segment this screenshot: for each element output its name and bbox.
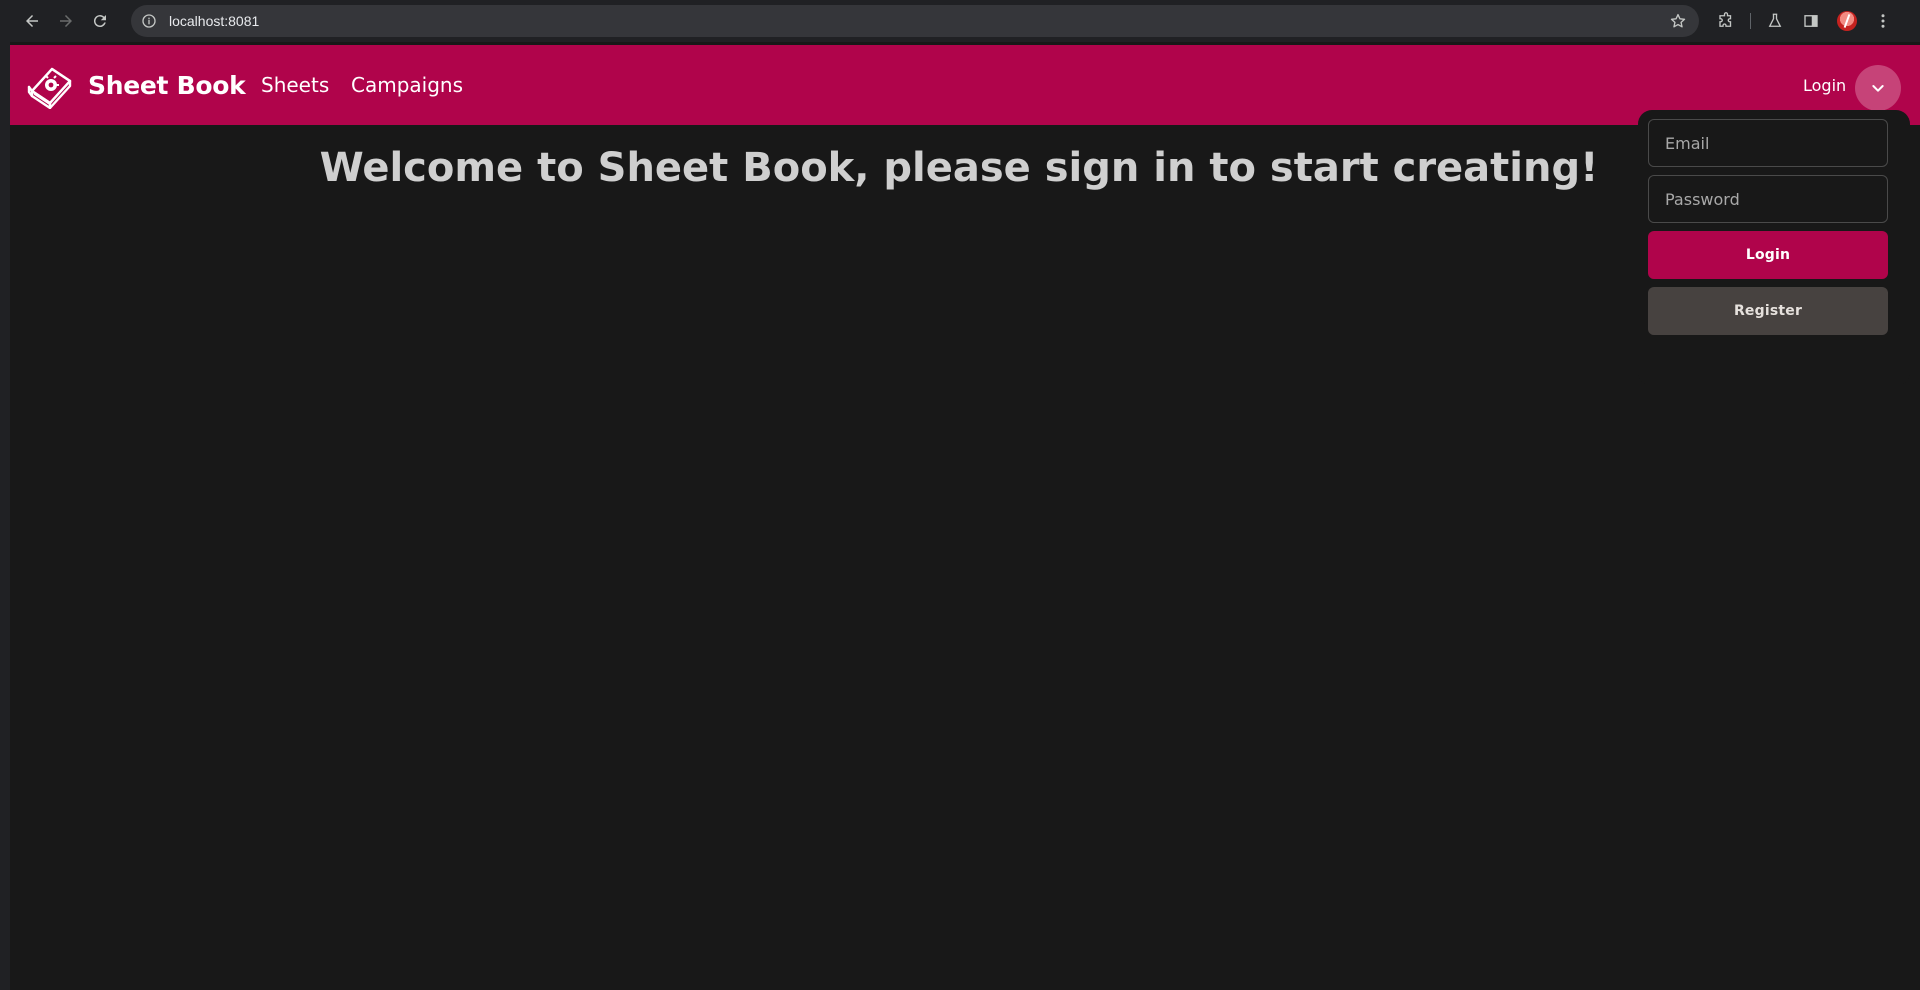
login-dropdown: Login Register <box>1638 110 1910 386</box>
welcome-heading: Welcome to Sheet Book, please sign in to… <box>319 145 1599 191</box>
address-bar[interactable]: localhost:8081 <box>131 5 1699 37</box>
info-icon[interactable] <box>141 13 157 29</box>
browser-toolbar: localhost:8081 <box>0 0 1920 42</box>
side-panel-button[interactable] <box>1797 7 1825 35</box>
labs-button[interactable] <box>1761 7 1789 35</box>
browser-actions <box>1712 7 1905 35</box>
back-button[interactable] <box>18 7 46 35</box>
nav-link-sheets[interactable]: Sheets <box>261 73 329 97</box>
reload-button[interactable] <box>86 7 114 35</box>
book-logo-icon <box>27 67 72 109</box>
url-text: localhost:8081 <box>169 13 260 29</box>
reload-icon <box>93 15 106 28</box>
app-bar: Sheet Book Sheets Campaigns Login <box>10 45 1920 125</box>
browser-menu-button[interactable] <box>1869 7 1897 35</box>
brand[interactable]: Sheet Book <box>26 61 246 109</box>
puzzle-icon <box>1719 12 1732 27</box>
chevron-down-icon <box>1872 85 1884 92</box>
nav-link-campaigns[interactable]: Campaigns <box>351 73 463 97</box>
arrow-left-icon <box>26 15 38 27</box>
flask-icon <box>1768 13 1782 27</box>
page-viewport: Sheet Book Sheets Campaigns Login Welcom… <box>10 42 1920 990</box>
arrow-right-icon <box>60 15 72 27</box>
toolbar-divider <box>1750 13 1751 29</box>
password-field[interactable] <box>1648 175 1888 223</box>
extensions-button[interactable] <box>1712 7 1740 35</box>
register-button[interactable]: Register <box>1648 287 1888 335</box>
side-panel-icon <box>1804 15 1818 27</box>
avatar <box>1837 11 1857 31</box>
profile-button[interactable] <box>1833 7 1861 35</box>
brand-name: Sheet Book <box>88 70 246 100</box>
star-icon[interactable] <box>1669 12 1687 30</box>
login-menu-toggle[interactable] <box>1855 65 1901 111</box>
login-menu-label[interactable]: Login <box>1803 76 1846 95</box>
email-field[interactable] <box>1648 119 1888 167</box>
login-button[interactable]: Login <box>1648 231 1888 279</box>
kebab-menu-icon <box>1881 14 1885 28</box>
forward-button[interactable] <box>52 7 80 35</box>
